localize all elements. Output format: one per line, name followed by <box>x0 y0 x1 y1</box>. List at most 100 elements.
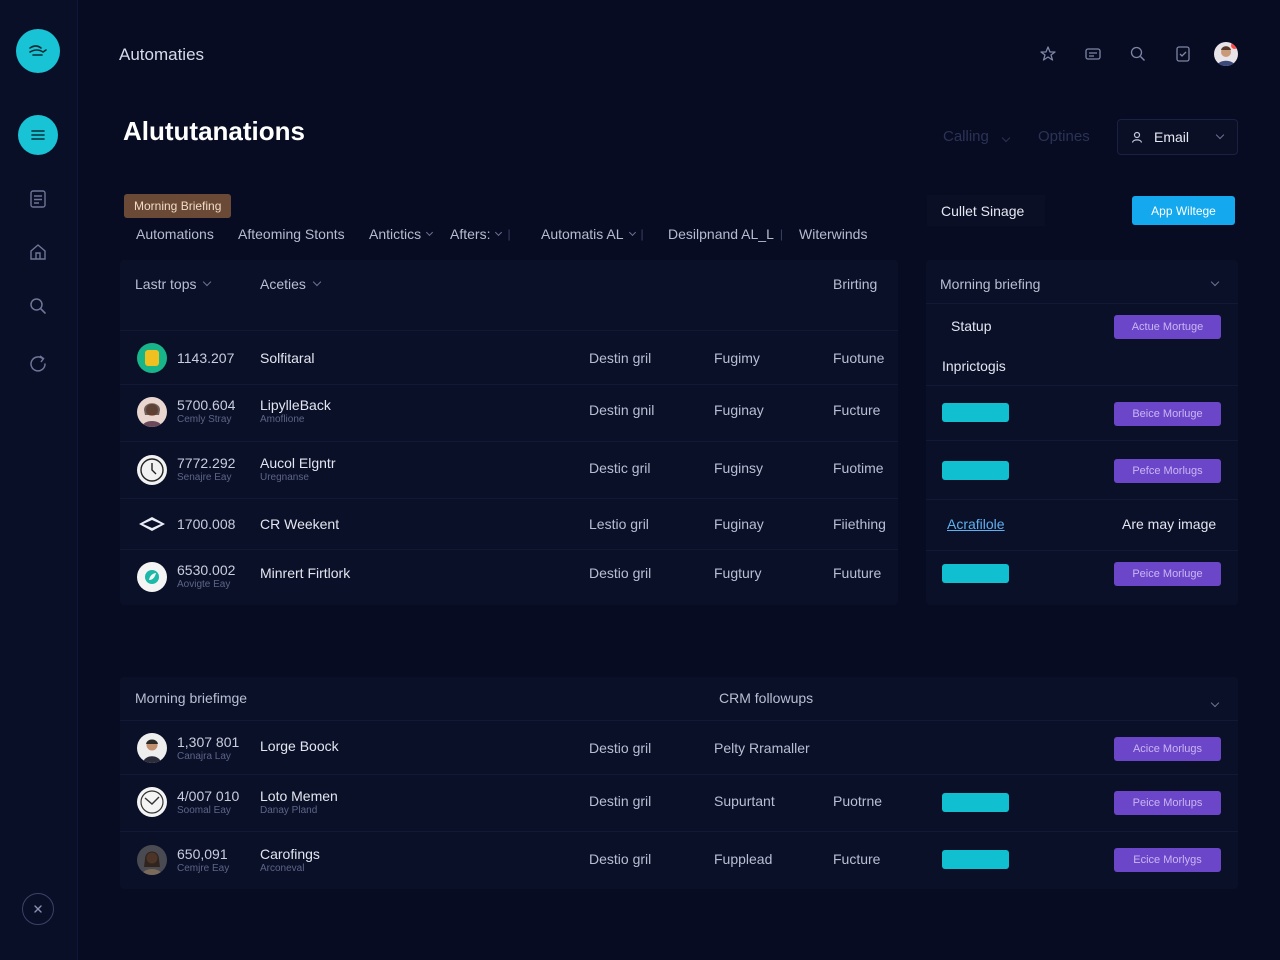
row-subtitle: Aovigte Eay <box>177 579 231 590</box>
row-future: Fuotune <box>833 350 885 366</box>
person-avatar <box>137 733 167 763</box>
status-button[interactable]: Actue Mortuge <box>1114 315 1221 339</box>
app-wiltege-button[interactable]: App Wiltege <box>1132 196 1235 225</box>
chevron-down-icon[interactable] <box>1210 693 1220 711</box>
document-icon[interactable] <box>1171 42 1195 66</box>
star-icon[interactable] <box>1036 42 1060 66</box>
user-avatar[interactable] <box>1214 42 1238 66</box>
row-id: 1143.207 <box>177 350 235 366</box>
row-future: Puotrne <box>833 793 883 809</box>
row-subtitle: Soomal Eay <box>177 805 231 816</box>
column-header-aceties[interactable]: Aceties <box>260 276 322 292</box>
row-destination: Destin gril <box>589 350 652 366</box>
row-action-button[interactable]: Peice Morlups <box>1114 791 1221 815</box>
progress-indicator <box>942 461 1009 480</box>
row-name-subtitle: Danay Pland <box>260 805 318 816</box>
refresh-icon[interactable] <box>17 342 59 384</box>
app-logo[interactable] <box>16 29 60 73</box>
calling-filter[interactable]: Calling <box>943 128 1011 145</box>
person-avatar <box>137 845 167 875</box>
morning-briefimge-header[interactable]: Morning briefimge <box>135 690 247 706</box>
tab-antictics[interactable]: Antictics <box>369 226 434 242</box>
row-status: Fupplead <box>714 851 773 867</box>
email-select[interactable]: Email <box>1117 119 1238 155</box>
sidebar <box>0 0 78 960</box>
row-destination: Destin gril <box>589 793 652 809</box>
leaf-icon <box>137 562 167 592</box>
crm-followups-table: Morning briefimge CRM followups 1,307 80… <box>120 677 1238 889</box>
message-icon[interactable] <box>1081 42 1105 66</box>
row-future: Fiiething <box>833 516 886 532</box>
row-name-subtitle: Uregnanse <box>260 472 309 483</box>
table-row[interactable]: 6530.002 Aovigte Eay Minrert Firtlork De… <box>120 550 898 605</box>
row-subtitle: Cemly Stray <box>177 414 232 425</box>
progress-indicator <box>942 403 1009 422</box>
search-icon[interactable] <box>1126 42 1150 66</box>
morning-briefing-panel: Morning briefing Statup Actue Mortuge In… <box>926 260 1238 605</box>
tab-automatis-al[interactable]: Automatis AL | <box>541 226 644 242</box>
clock-icon <box>137 787 167 817</box>
diamond-icon <box>137 509 167 539</box>
row-action-button[interactable]: Pefce Morlugs <box>1114 459 1221 483</box>
row-name: Minrert Firtlork <box>260 565 351 581</box>
morning-briefing-chip[interactable]: Morning Briefing <box>124 194 232 218</box>
column-header-brirting[interactable]: Brirting <box>833 276 877 292</box>
row-action-button[interactable]: Ecice Morlygs <box>1114 848 1221 872</box>
column-header-lastr-tops[interactable]: Lastr tops <box>135 276 212 292</box>
search-icon[interactable] <box>17 285 59 327</box>
row-name: Aucol Elgntr <box>260 455 336 471</box>
section-label: Inprictogis <box>942 358 1006 374</box>
row-id: 650,091 <box>177 846 228 862</box>
cullet-sinage-button[interactable]: Cullet Sinage <box>927 195 1045 226</box>
table-row[interactable]: 5700.604 Cemly Stray LipylleBack Amoflio… <box>120 385 898 442</box>
row-action-button[interactable]: Acice Morlugs <box>1114 737 1221 761</box>
home-icon[interactable] <box>17 231 59 273</box>
row-name: LipylleBack <box>260 397 331 413</box>
tab-witerwinds[interactable]: Witerwinds <box>799 226 867 242</box>
tab-desilpnand[interactable]: Desilpnand AL_L | <box>668 226 783 242</box>
row-name: Solfitaral <box>260 350 315 366</box>
crm-followups-header[interactable]: CRM followups <box>719 690 813 706</box>
row-subtitle: Canajra Lay <box>177 751 231 762</box>
table-row[interactable]: 7772.292 Senajre Eay Aucol Elgntr Uregna… <box>120 442 898 499</box>
row-name: Lorge Boock <box>260 738 339 754</box>
morning-briefing-header[interactable]: Morning briefing <box>940 276 1220 292</box>
list-icon[interactable] <box>17 178 59 220</box>
row-action-button[interactable]: Peice Morluge <box>1114 562 1221 586</box>
row-id: 1,307 801 <box>177 734 240 750</box>
row-subtitle: Cemjre Eay <box>177 863 230 874</box>
row-name-subtitle: Amoflione <box>260 414 305 425</box>
app-title: Automaties <box>119 45 205 64</box>
progress-indicator <box>942 793 1009 812</box>
row-id: 5700.604 <box>177 397 236 413</box>
row-id: 6530.002 <box>177 562 236 578</box>
clock-icon <box>137 455 167 485</box>
close-icon[interactable] <box>22 893 54 925</box>
row-name-subtitle: Arconeval <box>260 863 305 874</box>
menu-icon[interactable] <box>18 115 58 155</box>
tab-automations[interactable]: Automations <box>136 226 214 242</box>
options-filter[interactable]: Optines <box>1038 128 1090 145</box>
row-future: Fuotime <box>833 460 884 476</box>
row-name: CR Weekent <box>260 516 340 532</box>
row-status: Fuginay <box>714 402 764 418</box>
coin-icon <box>137 343 167 373</box>
status-label: Statup <box>951 318 992 334</box>
row-destination: Destic gril <box>589 460 651 476</box>
row-status: Fuginay <box>714 516 764 532</box>
table-row[interactable]: 4/007 010 Soomal Eay Loto Memen Danay Pl… <box>120 775 1238 832</box>
row-id: 7772.292 <box>177 455 236 471</box>
progress-indicator <box>942 564 1009 583</box>
tab-afters[interactable]: Afters: | <box>450 226 511 242</box>
row-future: Fucture <box>833 402 881 418</box>
row-status: Pelty Rramaller <box>714 740 810 756</box>
tab-afteoming-stonts[interactable]: Afteoming Stonts <box>238 226 345 242</box>
table-row[interactable]: 1143.207 Solfitaral Destin gril Fugimy F… <box>120 330 898 385</box>
row-text: Are may image <box>1122 516 1217 532</box>
table-row[interactable]: 650,091 Cemjre Eay Carofings Arconeval D… <box>120 832 1238 889</box>
acrafilole-link[interactable]: Acrafilole <box>947 516 1005 532</box>
row-name: Carofings <box>260 846 320 862</box>
table-row[interactable]: 1700.008 CR Weekent Lestio gril Fuginay … <box>120 499 898 550</box>
table-row[interactable]: 1,307 801 Canajra Lay Lorge Boock Destio… <box>120 720 1238 775</box>
row-action-button[interactable]: Beice Morluge <box>1114 402 1221 426</box>
